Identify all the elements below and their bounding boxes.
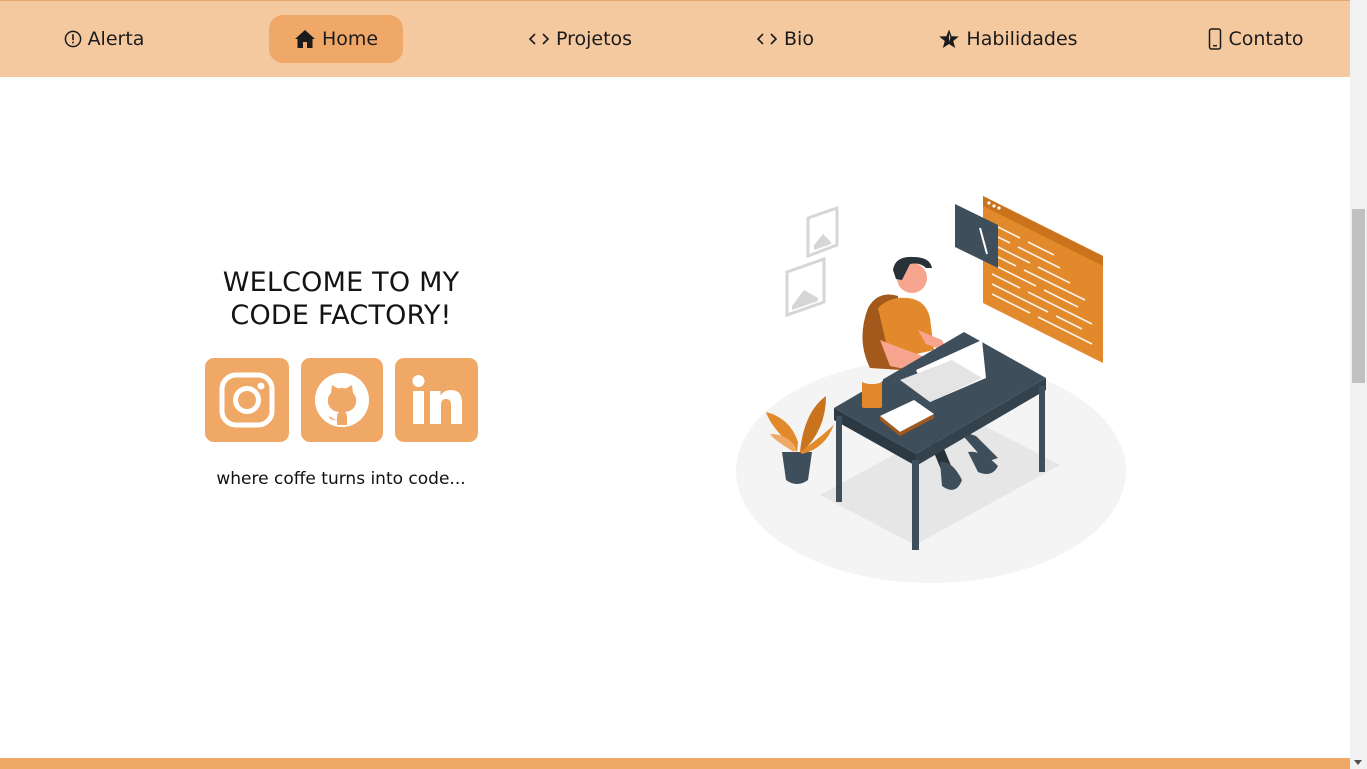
instagram-icon <box>219 372 275 428</box>
code-brackets-icon <box>528 33 550 45</box>
hero-text-block: WELCOME TO MY CODE FACTORY! <box>190 266 492 332</box>
nav-item-bio[interactable]: Bio <box>748 15 822 63</box>
phone-icon <box>1209 28 1222 50</box>
nav-item-contato[interactable]: Contato <box>1198 15 1314 63</box>
hero-title-line-1: WELCOME TO MY <box>222 267 460 298</box>
footer-strip <box>0 758 1350 769</box>
nav-item-habilidades[interactable]: Habilidades <box>930 15 1086 63</box>
nav-item-alerta[interactable]: Alerta <box>52 15 156 63</box>
code-brackets-icon <box>756 33 778 45</box>
nav-label-bio: Bio <box>784 28 814 50</box>
developer-desk-illustration <box>736 196 1126 583</box>
github-icon <box>315 373 369 427</box>
github-button[interactable] <box>301 358 383 442</box>
star-icon <box>939 29 960 48</box>
nav-item-projetos[interactable]: Projetos <box>518 15 642 63</box>
scroll-down-arrow-icon[interactable] <box>1354 760 1362 765</box>
instagram-button[interactable] <box>205 358 289 442</box>
nav-label-projetos: Projetos <box>555 28 633 50</box>
linkedin-icon <box>412 375 462 424</box>
top-navbar: Alerta Home Projetos Bio Habilidades Con… <box>0 0 1350 77</box>
nav-label-alerta: Alerta <box>87 28 145 50</box>
nav-label-home: Home <box>321 28 379 50</box>
hero-title-line-2: CODE FACTORY! <box>230 300 452 331</box>
nav-label-habilidades: Habilidades <box>966 28 1078 50</box>
nav-item-home[interactable]: Home <box>269 15 403 63</box>
linkedin-button[interactable] <box>395 358 478 442</box>
hero-tagline: where coffe turns into code... <box>216 469 466 489</box>
vertical-scrollbar[interactable] <box>1350 0 1367 769</box>
alert-circle-icon <box>64 30 81 48</box>
scrollbar-thumb[interactable] <box>1352 209 1365 383</box>
hero-title: WELCOME TO MY CODE FACTORY! <box>190 266 492 332</box>
home-icon <box>294 30 315 48</box>
social-links <box>205 358 478 442</box>
nav-label-contato: Contato <box>1228 28 1304 50</box>
